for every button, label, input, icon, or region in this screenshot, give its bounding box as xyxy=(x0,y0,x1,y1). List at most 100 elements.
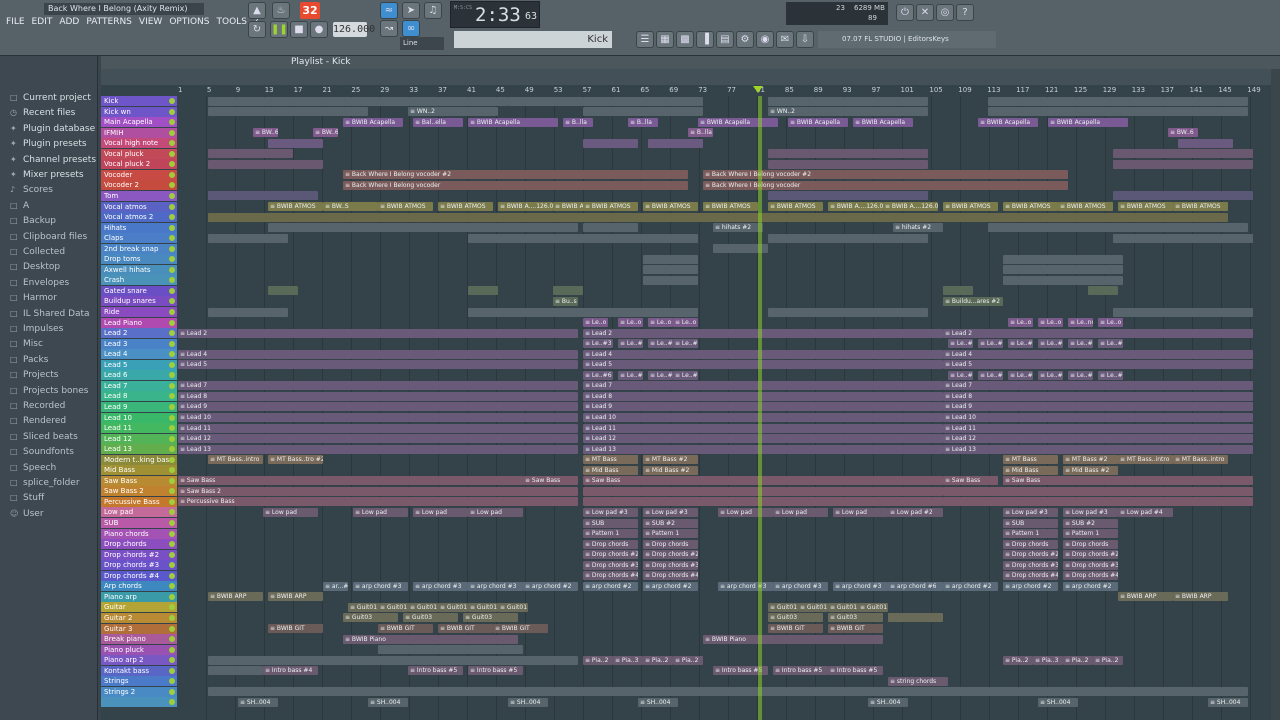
download-icon[interactable]: ⇩ xyxy=(796,31,814,48)
playlist-clip[interactable] xyxy=(1003,265,1123,275)
playlist-clip[interactable]: ≡ Lead 11 xyxy=(178,423,578,433)
track-header[interactable]: Piano arp xyxy=(101,591,177,602)
track-header[interactable]: Tom xyxy=(101,190,177,201)
track-mute-icon[interactable] xyxy=(169,699,175,706)
browser-item[interactable]: □ Packs xyxy=(10,352,96,367)
playlist-clip[interactable]: ≡ Drop chords #3 xyxy=(1063,560,1118,570)
track-header[interactable]: Lead 11 xyxy=(101,423,177,434)
playlist-clip[interactable]: ≡ Drop chords #4 xyxy=(1003,571,1058,581)
playlist-clip[interactable]: ≡ B..lla xyxy=(563,117,593,127)
playlist-clip[interactable]: ≡ Lead 8 xyxy=(943,391,1253,401)
playlist-clip[interactable]: ≡ string chords xyxy=(888,676,948,686)
track-header[interactable]: 2nd break snap xyxy=(101,243,177,254)
track-header[interactable]: Guitar 3 xyxy=(101,623,177,634)
typing-keyboard-icon[interactable]: ♫ xyxy=(424,2,442,19)
track-mute-icon[interactable] xyxy=(169,572,175,579)
playlist-clip[interactable]: ≡ Pia..2 xyxy=(643,655,673,665)
playlist-clip[interactable] xyxy=(1113,149,1253,159)
playlist-clip[interactable] xyxy=(1113,159,1253,169)
playlist-clip[interactable]: ≡ Pia..3 xyxy=(1033,655,1063,665)
playlist-clip[interactable]: ≡ BWIB GIT xyxy=(828,624,883,633)
playlist-clip[interactable] xyxy=(1113,233,1253,243)
playlist-clip[interactable]: ≡ BW..6 xyxy=(253,128,278,138)
playlist-clip[interactable]: ≡ BWIB GIT xyxy=(438,624,493,633)
track-header[interactable]: Vocal pluck xyxy=(101,148,177,159)
playlist-clip[interactable] xyxy=(943,497,1253,507)
playlist-clip[interactable]: ≡ Le..#3 xyxy=(948,339,973,349)
playlist-clip[interactable]: ≡ Le..#3 xyxy=(1008,339,1033,349)
playlist-clip[interactable] xyxy=(268,138,323,148)
playlist-clip[interactable] xyxy=(553,286,583,296)
track-mute-icon[interactable] xyxy=(169,214,175,221)
playlist-clip[interactable]: ≡ Buildu...ares #2 xyxy=(943,296,1003,306)
browser-item[interactable]: ✦ Channel presets xyxy=(10,152,96,167)
browser-item[interactable]: □ Recorded xyxy=(10,398,96,413)
playlist-clip[interactable]: ≡ Pia..2 xyxy=(1093,655,1123,665)
playlist-clip[interactable]: ≡ BWIB ATMOS xyxy=(943,202,998,211)
playlist-clip[interactable] xyxy=(208,107,368,117)
playlist-clip[interactable] xyxy=(208,687,1248,697)
browser-item[interactable]: □ Current project xyxy=(10,90,96,105)
track-header[interactable]: Guitar 2 xyxy=(101,612,177,623)
browser-item[interactable]: ◷ Recent files xyxy=(10,105,96,120)
track-mute-icon[interactable] xyxy=(169,372,175,379)
playlist-clip[interactable] xyxy=(583,497,943,507)
playlist-clip[interactable]: ≡ Pattern 1 xyxy=(583,529,638,539)
track-header[interactable]: SUB xyxy=(101,518,177,528)
playlist-clip[interactable]: ≡ Drop chords xyxy=(643,539,698,549)
playlist-clip[interactable]: ≡ Low pad #3 xyxy=(1063,507,1118,517)
playlist-clip[interactable]: ≡ ar...#6 xyxy=(323,581,348,591)
menu-view[interactable]: VIEW xyxy=(139,17,162,27)
playlist-clip[interactable]: ≡ Lead 13 xyxy=(178,444,578,454)
track-header[interactable]: Claps xyxy=(101,233,177,244)
track-header[interactable]: Lead 9 xyxy=(101,401,177,412)
playlist-clip[interactable]: ≡ BWIB GIT xyxy=(268,624,323,633)
power-icon[interactable]: ⏻ xyxy=(896,4,914,21)
playlist-clip[interactable]: ≡ Lead 7 xyxy=(943,381,1253,391)
track-mute-icon[interactable] xyxy=(169,129,175,136)
playlist-clip[interactable]: ≡ Le..o xyxy=(1008,318,1033,328)
playlist-clip[interactable]: ≡ Lead 10 xyxy=(583,413,943,422)
playlist-clip[interactable] xyxy=(643,254,698,264)
track-mute-icon[interactable] xyxy=(169,256,175,263)
playlist-clip[interactable]: ≡ hihats #2 xyxy=(713,223,763,233)
track-mute-icon[interactable] xyxy=(169,98,175,104)
playlist-clip[interactable]: ≡ Le..#6 xyxy=(648,370,673,380)
playlist-clip[interactable]: ≡ Lead 7 xyxy=(178,381,578,391)
playlist-clip[interactable]: ≡ Guit01 xyxy=(498,602,528,612)
playlist-clip[interactable] xyxy=(208,233,288,243)
track-header[interactable]: IFMIH xyxy=(101,127,177,138)
playlist-clip[interactable]: ≡ Low pad xyxy=(353,507,408,517)
browser-item[interactable]: □ Rendered xyxy=(10,413,96,428)
playlist-clip[interactable]: ≡ Le..#3 xyxy=(583,339,613,349)
playlist-clip[interactable]: ≡ BWIB Acapella xyxy=(788,117,848,127)
playlist-clip[interactable]: ≡ Le..#6 xyxy=(1098,370,1123,380)
playlist-clip[interactable]: ≡ MT Bass..intro xyxy=(208,455,263,465)
playlist-clip[interactable] xyxy=(1088,286,1118,296)
track-header[interactable]: Kick xyxy=(101,96,177,106)
playlist-clip[interactable]: ≡ MT Bass #2 xyxy=(643,455,698,465)
vertical-scrollbar[interactable] xyxy=(1271,69,1280,720)
playlist-clip[interactable]: ≡ Drop chords #3 xyxy=(643,560,698,570)
playlist-clip[interactable]: ≡ Saw Bass xyxy=(583,476,943,486)
playlist-clip[interactable]: ≡ Le..o xyxy=(618,318,643,328)
playlist-clip[interactable]: ≡ arp chord #3 xyxy=(718,581,773,591)
playlist-clip[interactable]: ≡ SUB xyxy=(1003,518,1058,528)
playlist-clip[interactable]: ≡ Lead 9 xyxy=(178,402,578,412)
playlist-clip[interactable]: ≡ Drop chords #3 xyxy=(583,560,638,570)
browser-item[interactable]: □ IL Shared Data xyxy=(10,306,96,321)
playlist-clip[interactable]: ≡ arp chord #3 xyxy=(353,581,408,591)
track-mute-icon[interactable] xyxy=(169,456,175,463)
playlist-clip[interactable] xyxy=(208,666,263,676)
playlist-clip[interactable]: ≡ BW..S xyxy=(323,202,378,211)
playlist-clip[interactable] xyxy=(768,191,928,201)
playlist-clip[interactable]: ≡ arp chord #2 xyxy=(523,581,578,591)
playlist-clip[interactable]: ≡ Pia..2 xyxy=(583,655,613,665)
playlist-clip[interactable]: ≡ Guit01 xyxy=(858,602,888,612)
playlist-clip[interactable]: ≡ BWIB Acapella xyxy=(343,117,403,127)
playlist-clip[interactable]: ≡ Percussive Bass xyxy=(178,497,578,507)
track-mute-icon[interactable] xyxy=(169,446,175,453)
playlist-clip[interactable]: ≡ Drop chords #2 xyxy=(1063,550,1118,560)
loop-icon[interactable]: ↻ xyxy=(248,21,266,38)
playlist-clip[interactable]: ≡ arp chord #2 xyxy=(1003,581,1058,591)
